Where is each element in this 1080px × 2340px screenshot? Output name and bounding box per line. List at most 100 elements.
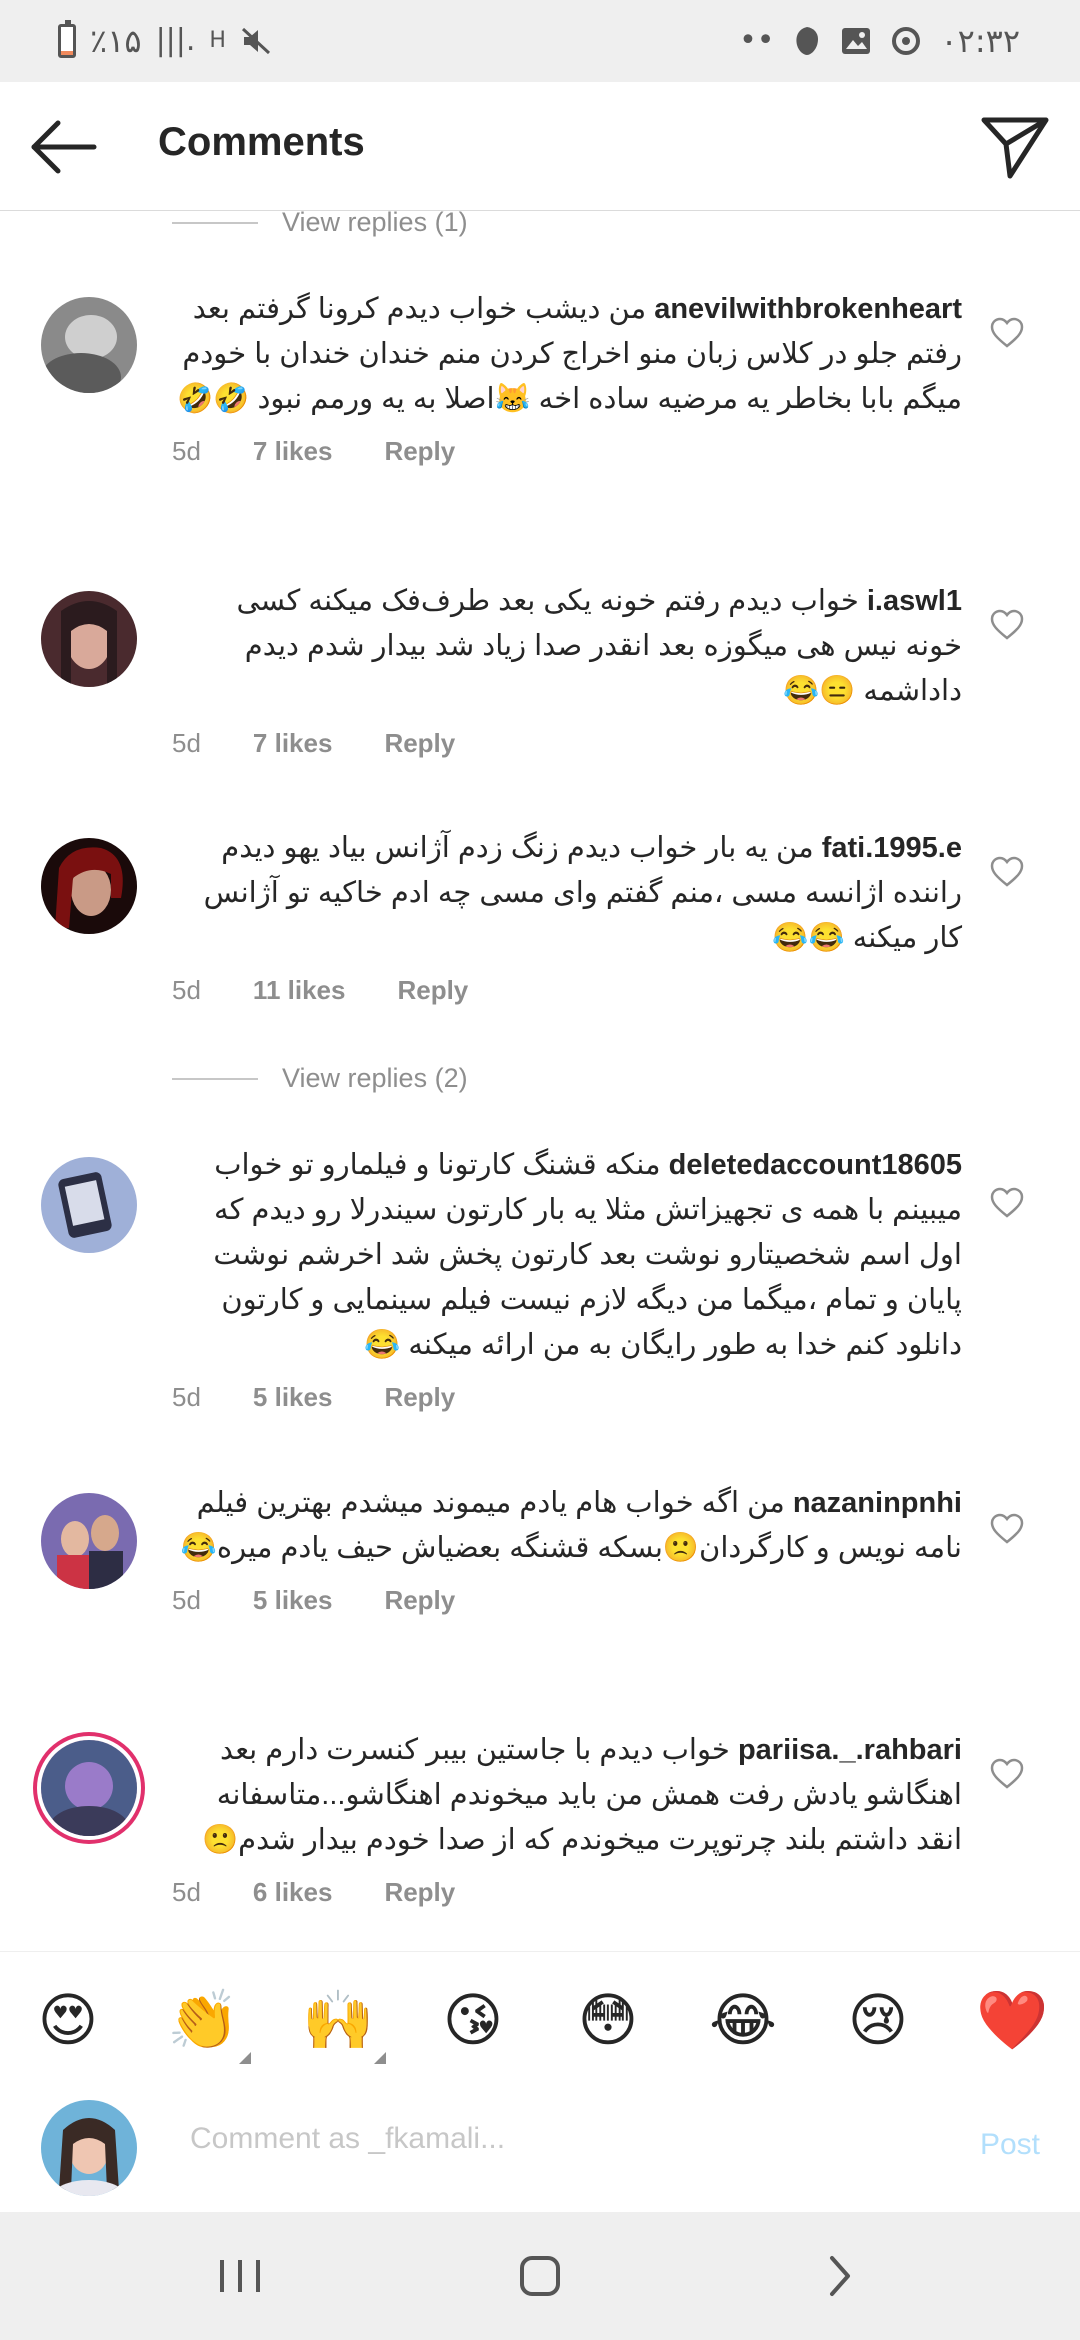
comment-text: i.aswl1 خواب دیدم رفتم خونه یکی بعد طرف‌… (172, 579, 962, 714)
comment-text: pariisa._.rahbari خواب دیدم با جاستین بی… (172, 1728, 962, 1863)
comment-age: 5d (172, 728, 201, 758)
heart-icon[interactable] (990, 1758, 1024, 1790)
divider-line (172, 1077, 258, 1080)
heart-icon[interactable] (990, 317, 1024, 349)
paper-plane-icon[interactable] (980, 114, 1050, 180)
data-saver-icon (892, 27, 921, 55)
raising-hands-emoji[interactable]: 🙌 (302, 1984, 386, 2064)
comment-input[interactable] (190, 2122, 810, 2156)
comment-age: 5d (172, 1585, 201, 1615)
back-icon[interactable] (810, 2252, 870, 2300)
reply-button[interactable]: Reply (384, 1382, 455, 1413)
avatar[interactable] (41, 1493, 137, 1589)
comment-age: 5d (172, 1382, 201, 1412)
my-avatar (41, 2100, 137, 2196)
mute-icon (241, 27, 270, 55)
page-title: Comments (158, 120, 365, 164)
comment-meta: 5d 7 likes Reply (172, 436, 962, 467)
comment-composer: Post (0, 2082, 1080, 2212)
red-heart-emoji[interactable]: ❤️ (976, 1984, 1048, 2056)
heart-icon[interactable] (990, 1513, 1024, 1545)
avatar[interactable] (41, 1157, 137, 1253)
likes-count[interactable]: 5 likes (253, 1382, 333, 1413)
comment-body: fati.1995.e من یه بار خواب دیدم زنگ زدم … (172, 826, 962, 1006)
reply-button[interactable]: Reply (384, 1585, 455, 1616)
comment-meta: 5d 11 likes Reply (172, 975, 962, 1006)
clock: ۰۲:۳۲ (940, 22, 1020, 60)
recent-apps-icon[interactable] (210, 2252, 270, 2300)
skin-tone-indicator (374, 2052, 386, 2064)
comment-meta: 5d 6 likes Reply (172, 1877, 962, 1908)
comment-meta: 5d 5 likes Reply (172, 1585, 962, 1616)
comment-text: deletedaccount18605 منکه قشنگ کارتونا و … (172, 1143, 962, 1368)
username[interactable]: i.aswl1 (867, 585, 962, 617)
comment-age: 5d (172, 975, 201, 1005)
comment-body: deletedaccount18605 منکه قشنگ کارتونا و … (172, 1143, 962, 1413)
comment-meta: 5d 7 likes Reply (172, 728, 962, 759)
home-icon[interactable] (510, 2252, 570, 2300)
view-replies-label: View replies (2) (282, 1063, 468, 1093)
post-button[interactable]: Post (980, 2128, 1040, 2162)
comment-age: 5d (172, 1877, 201, 1907)
avatar[interactable] (41, 297, 137, 393)
reply-button[interactable]: Reply (384, 728, 455, 759)
heart-icon[interactable] (990, 609, 1024, 641)
likes-count[interactable]: 7 likes (253, 728, 333, 759)
reply-button[interactable]: Reply (384, 1877, 455, 1908)
comment-body: nazaninpnhi من اگه خواب هام یادم میموند … (172, 1481, 962, 1616)
comment-age: 5d (172, 436, 201, 466)
vpn-icon (796, 27, 819, 55)
likes-count[interactable]: 5 likes (253, 1585, 333, 1616)
network-type: H (209, 28, 226, 53)
raising-hands-glyph: 🙌 (302, 1986, 375, 2054)
divider-line (172, 221, 258, 224)
skin-tone-indicator (239, 2052, 251, 2064)
comments-list[interactable]: View replies (1) anevilwithbrokenheart م… (0, 211, 1080, 1951)
signal-icon: |||. (155, 23, 196, 58)
clapping-hands-glyph: 👏 (167, 1986, 240, 2054)
status-left: ٪۱۵ |||. H (58, 20, 272, 62)
heart-icon[interactable] (990, 1187, 1024, 1219)
gallery-icon (842, 28, 871, 54)
likes-count[interactable]: 7 likes (253, 436, 333, 467)
comment-body: i.aswl1 خواب دیدم رفتم خونه یکی بعد طرف‌… (172, 579, 962, 759)
username[interactable]: deletedaccount18605 (669, 1149, 962, 1181)
system-nav-bar (0, 2212, 1080, 2340)
header: Comments (0, 82, 1080, 211)
flushed-emoji[interactable]: 😳 (572, 1984, 644, 2056)
avatar[interactable] (41, 838, 137, 934)
username[interactable]: fati.1995.e (822, 832, 962, 864)
username[interactable]: anevilwithbrokenheart (654, 293, 962, 325)
avatar[interactable] (41, 1740, 137, 1836)
reply-button[interactable]: Reply (397, 975, 468, 1006)
username[interactable]: pariisa._.rahbari (738, 1734, 962, 1766)
battery-percent: ٪۱۵ (90, 22, 142, 60)
status-bar: ٪۱۵ |||. H •• ۰۲:۳۲ (0, 0, 1080, 82)
likes-count[interactable]: 6 likes (253, 1877, 333, 1908)
avatar[interactable] (41, 591, 137, 687)
likes-count[interactable]: 11 likes (253, 975, 346, 1006)
comment-body: anevilwithbrokenheart من دیشب خواب دیدم … (172, 287, 962, 467)
username[interactable]: nazaninpnhi (793, 1487, 962, 1519)
view-replies-label: View replies (1) (282, 211, 468, 237)
comment-text: anevilwithbrokenheart من دیشب خواب دیدم … (172, 287, 962, 422)
kissing-heart-emoji[interactable]: 😘 (437, 1984, 509, 2056)
status-right: •• ۰۲:۳۲ (739, 20, 1020, 62)
view-replies-button[interactable]: View replies (1) (172, 211, 468, 238)
heart-eyes-emoji[interactable]: 😍 (32, 1984, 104, 2056)
emoji-quick-bar: 😍 👏 🙌 😘 😳 😂 😢 ❤️ (0, 1951, 1080, 2083)
reply-button[interactable]: Reply (384, 436, 455, 467)
clapping-hands-emoji[interactable]: 👏 (167, 1984, 251, 2064)
comment-text: fati.1995.e من یه بار خواب دیدم زنگ زدم … (172, 826, 962, 961)
more-dots-icon: •• (739, 23, 775, 58)
comment-meta: 5d 5 likes Reply (172, 1382, 962, 1413)
comment-text: nazaninpnhi من اگه خواب هام یادم میموند … (172, 1481, 962, 1571)
view-replies-button[interactable]: View replies (2) (172, 1063, 468, 1094)
comment-message: خواب دیدم رفتم خونه یکی بعد طرف‌فک میکنه… (236, 585, 962, 707)
arrow-left-icon[interactable] (28, 118, 98, 176)
crying-emoji[interactable]: 😢 (842, 1984, 914, 2056)
tears-of-joy-emoji[interactable]: 😂 (707, 1984, 779, 2056)
heart-icon[interactable] (990, 856, 1024, 888)
battery-icon (58, 20, 76, 58)
comment-body: pariisa._.rahbari خواب دیدم با جاستین بی… (172, 1728, 962, 1908)
